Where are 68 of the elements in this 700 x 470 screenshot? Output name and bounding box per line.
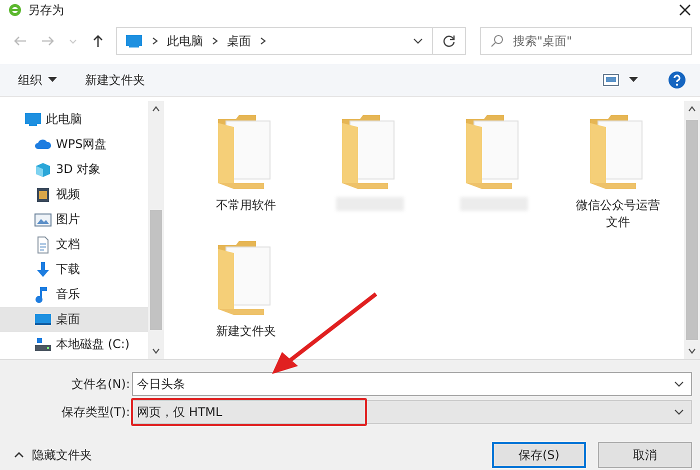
search-field[interactable]: 搜索"桌面" — [480, 27, 692, 55]
window-title: 另存为 — [28, 2, 65, 18]
down-arrow-icon — [34, 260, 52, 278]
sidebar-item[interactable]: WPS网盘 — [0, 132, 148, 157]
scrollbar-thumb[interactable] — [150, 210, 162, 330]
chevron-up-icon — [687, 105, 697, 113]
toolbar-button[interactable]: 新建文件夹 — [79, 70, 151, 90]
toolbar-button[interactable]: 组织 — [12, 70, 63, 90]
chevron-right-icon — [151, 36, 159, 46]
refresh-icon — [442, 34, 456, 48]
sidebar-label: 视频 — [56, 186, 80, 203]
sidebar-label: 文档 — [56, 236, 80, 253]
close-icon[interactable] — [678, 3, 692, 17]
sidebar-item[interactable]: 视频 — [0, 182, 148, 207]
sidebar-item[interactable]: 音乐 — [0, 282, 148, 307]
sidebar-label: 图片 — [56, 211, 80, 228]
file-name[interactable]: 新建文件夹 — [203, 323, 289, 340]
sidebar-label: 音乐 — [56, 286, 80, 303]
cancel-button[interactable]: 取消 — [598, 442, 692, 468]
scrollbar[interactable] — [684, 101, 700, 359]
refresh-button[interactable] — [432, 27, 466, 55]
field-label: 文件名(N): — [70, 376, 131, 392]
sidebar-item[interactable]: 图片 — [0, 207, 148, 232]
chevron-down-icon — [673, 380, 685, 388]
file-name[interactable]: 不常用软件 — [203, 197, 289, 214]
filename-field[interactable]: 今日头条 — [132, 372, 692, 396]
sidebar-item[interactable]: 本地磁盘 (C:) — [0, 332, 148, 357]
field-label: 保存类型(T): — [60, 404, 131, 420]
sidebar-label: 桌面 — [56, 311, 80, 328]
chevron-down-icon[interactable] — [412, 36, 424, 46]
chevron-right-icon — [259, 36, 267, 46]
sidebar-label: 本地磁盘 (C:) — [56, 336, 130, 353]
sidebar-label: 此电脑 — [46, 111, 82, 128]
file-name[interactable]: 微信公众号运营文件 — [575, 197, 661, 231]
sidebar-label: 3D 对象 — [56, 161, 101, 178]
drive-icon — [34, 336, 52, 354]
sidebar-item[interactable]: 文档 — [0, 232, 148, 257]
monitor-icon — [125, 34, 143, 48]
help-icon[interactable] — [668, 71, 686, 89]
cube-icon — [34, 160, 52, 178]
chevron-down-icon — [687, 347, 697, 355]
hide-folders-toggle[interactable]: 隐藏文件夹 — [0, 446, 92, 464]
scrollbar[interactable] — [148, 101, 164, 359]
sidebar-item[interactable]: 下载 — [0, 257, 148, 282]
view-icon[interactable] — [603, 74, 619, 86]
chevron-right-icon — [211, 36, 219, 46]
sidebar-label: WPS网盘 — [56, 136, 107, 153]
sidebar-item[interactable]: 桌面 — [0, 307, 148, 332]
app-icon — [8, 3, 22, 17]
caret-down-icon — [48, 77, 57, 83]
sidebar-label: 下载 — [56, 261, 80, 278]
chevron-down-icon — [151, 347, 161, 355]
film-icon — [34, 186, 52, 204]
scrollbar-thumb[interactable] — [686, 120, 698, 340]
chevron-up-icon — [151, 105, 161, 113]
sidebar-item[interactable]: 此电脑 — [0, 107, 148, 132]
breadcrumb[interactable]: 桌面 — [227, 32, 251, 50]
address-bar[interactable]: 此电脑 桌面 — [116, 27, 433, 55]
caret-down-icon[interactable] — [629, 77, 638, 83]
breadcrumb[interactable]: 此电脑 — [167, 32, 203, 50]
chevron-down-icon — [673, 408, 685, 416]
monitor-icon — [24, 110, 42, 128]
chevron-up-icon — [14, 451, 24, 459]
sidebar-item[interactable]: 3D 对象 — [0, 157, 148, 182]
search-icon — [490, 34, 504, 48]
picture-icon — [34, 210, 52, 228]
file-type-dropdown[interactable]: 网页，仅 HTML — [132, 400, 692, 424]
save-button[interactable]: 保存(S) — [492, 442, 586, 468]
